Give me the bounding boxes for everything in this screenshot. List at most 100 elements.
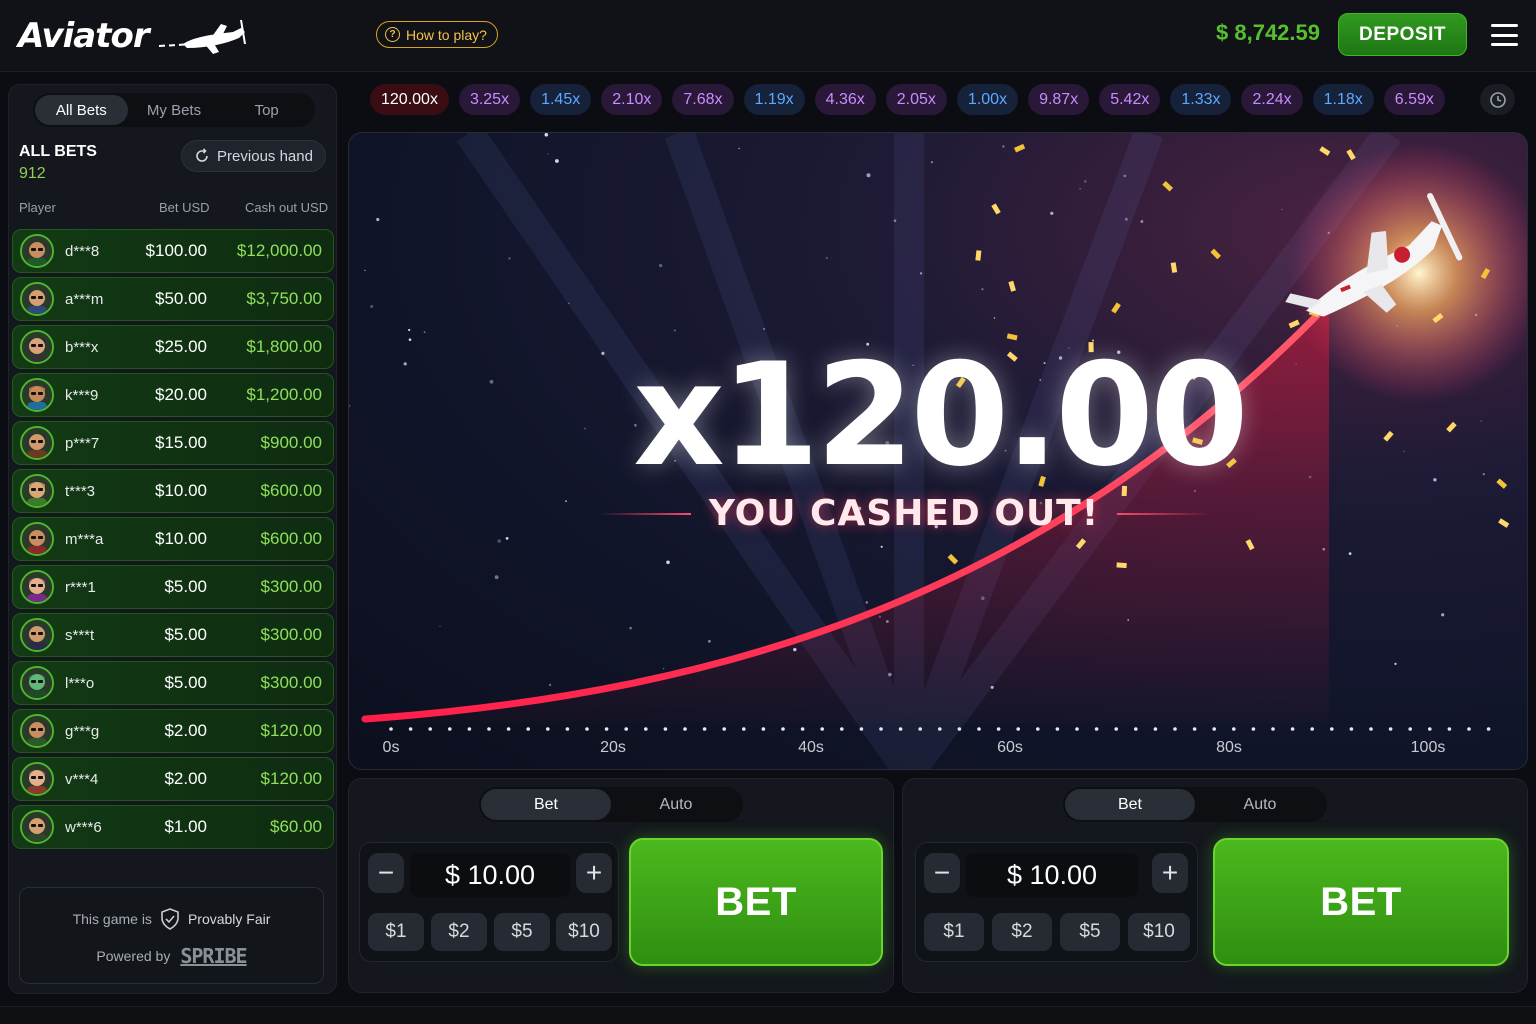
quick-amount-1-10[interactable]: $10	[556, 913, 612, 951]
timeline-dot	[428, 727, 432, 731]
cashout-amount: $60.00	[270, 817, 322, 836]
star	[505, 537, 509, 540]
timeline-dot	[1467, 727, 1471, 731]
cashout-amount: $1,800.00	[246, 337, 322, 356]
previous-hand-button[interactable]: Previous hand	[181, 140, 326, 172]
history-clock-icon[interactable]	[1480, 84, 1515, 115]
timeline-dot	[702, 727, 707, 731]
history-chip[interactable]: 7.68x	[672, 84, 734, 115]
history-chip[interactable]: 6.59x	[1383, 84, 1445, 115]
star	[666, 560, 670, 565]
question-icon: ?	[385, 27, 400, 42]
top-bar: Aviator ? How to play? $ 8,742.59 DEPOSI…	[0, 0, 1536, 72]
history-chip[interactable]: 2.24x	[1241, 84, 1303, 115]
history-chip[interactable]: 9.87x	[1028, 84, 1090, 115]
quick-amount-2-2[interactable]: $2	[992, 913, 1052, 951]
column-player: Player	[19, 200, 56, 215]
tab-bet-2[interactable]: Bet	[1065, 789, 1195, 820]
timeline-dot	[1173, 727, 1177, 731]
quick-amount-1-1[interactable]: $1	[368, 913, 424, 951]
bet-button-1[interactable]: BET	[629, 838, 883, 966]
star	[548, 683, 552, 687]
timeline-dot	[448, 727, 452, 731]
timeline-dot	[1212, 727, 1216, 731]
cashout-amount: $300.00	[260, 673, 322, 692]
avatar	[20, 666, 54, 700]
timeline-dot	[742, 727, 746, 731]
provably-fair-box: This game is Provably Fair Powered by SP…	[19, 887, 324, 984]
bet-amount-input-1[interactable]: $ 10.00	[410, 853, 570, 897]
avatar	[20, 426, 54, 460]
spribe-logo[interactable]: SPRIBE	[180, 944, 247, 968]
how-to-play-button[interactable]: ? How to play?	[376, 21, 498, 48]
table-row: t***3 $10.00 $600.00	[12, 469, 334, 513]
decrease-button-2[interactable]: −	[924, 853, 960, 893]
tab-top[interactable]: Top	[220, 95, 313, 125]
history-chip[interactable]: 1.19x	[743, 84, 805, 115]
quick-amount-2-10[interactable]: $10	[1128, 913, 1190, 951]
tab-bet-1[interactable]: Bet	[481, 789, 611, 820]
star	[738, 147, 740, 150]
timeline-dot	[1036, 727, 1040, 731]
confetti-piece	[1116, 562, 1127, 569]
history-chip[interactable]: 1.33x	[1170, 84, 1232, 115]
decrease-button-1[interactable]: −	[368, 853, 404, 893]
timeline-dot	[408, 727, 413, 731]
bet-amount: $2.00	[164, 769, 207, 788]
bet-amount: $5.00	[164, 577, 207, 596]
tab-my-bets[interactable]: My Bets	[128, 95, 221, 125]
history-chip[interactable]: 2.10x	[601, 84, 663, 115]
timeline-dot	[1349, 727, 1354, 731]
timeline-dot	[840, 727, 844, 731]
increase-button-2[interactable]: +	[1152, 853, 1188, 893]
history-chip[interactable]: 4.36x	[814, 84, 876, 115]
quick-amount-2-5[interactable]: $5	[1060, 913, 1120, 951]
bottom-bar	[0, 1006, 1536, 1024]
logo-text: Aviator	[18, 16, 150, 56]
quick-amount-2-1[interactable]: $1	[924, 913, 984, 951]
table-row: s***t $5.00 $300.00	[12, 613, 334, 657]
timeline-dot	[722, 727, 726, 731]
cashout-amount: $3,750.00	[246, 289, 322, 308]
timeline-dot	[1153, 727, 1158, 731]
increase-button-1[interactable]: +	[576, 853, 612, 893]
timeline-dot	[761, 727, 766, 731]
multiplier-history: 120.00x 3.25x 1.45x 2.10x 7.68x 1.19x 4.36x 2.0…	[370, 84, 1445, 116]
history-chip[interactable]: 1.00x	[956, 84, 1019, 115]
aviator-logo[interactable]: Aviator	[18, 14, 251, 58]
history-chip[interactable]: 1.45x	[530, 84, 592, 115]
timeline-dot	[683, 727, 687, 731]
history-chip[interactable]: 120.00x	[370, 84, 449, 115]
timeline-dot	[526, 727, 530, 731]
tab-auto-1[interactable]: Auto	[611, 789, 741, 820]
star	[1079, 188, 1081, 190]
bet-amount-input-2[interactable]: $ 10.00	[966, 853, 1138, 897]
quick-amount-1-5[interactable]: $5	[494, 913, 550, 951]
axis-label-80: 80s	[1216, 739, 1242, 756]
history-chip[interactable]: 2.05x	[885, 84, 947, 115]
timeline-dot	[1016, 727, 1020, 731]
history-chip[interactable]: 3.25x	[458, 84, 521, 115]
bet-amount: $25.00	[155, 337, 207, 356]
provably-fair-link[interactable]: Provably Fair	[188, 911, 270, 927]
timeline-dot	[898, 727, 903, 731]
player-name: s***t	[65, 627, 95, 644]
star	[1002, 145, 1005, 148]
cashout-amount: $120.00	[260, 721, 322, 740]
axis-label-60: 60s	[997, 739, 1023, 756]
timeline-dot	[467, 727, 472, 731]
table-row: p***7 $15.00 $900.00	[12, 421, 334, 465]
history-chip[interactable]: 5.42x	[1099, 84, 1161, 115]
star	[1140, 220, 1144, 223]
quick-amount-1-2[interactable]: $2	[431, 913, 487, 951]
confetti-piece	[1014, 143, 1026, 153]
tab-auto-2[interactable]: Auto	[1195, 789, 1325, 820]
history-chip[interactable]: 1.18x	[1312, 84, 1374, 115]
cashout-amount: $600.00	[260, 481, 322, 500]
cashed-out-text: YOU CASHED OUT!	[708, 493, 1100, 534]
deposit-button[interactable]: DEPOSIT	[1338, 13, 1467, 56]
hamburger-menu-icon[interactable]	[1491, 24, 1518, 46]
timeline-dot	[1408, 727, 1412, 731]
tab-all-bets[interactable]: All Bets	[35, 95, 128, 125]
bet-button-2[interactable]: BET	[1213, 838, 1509, 966]
